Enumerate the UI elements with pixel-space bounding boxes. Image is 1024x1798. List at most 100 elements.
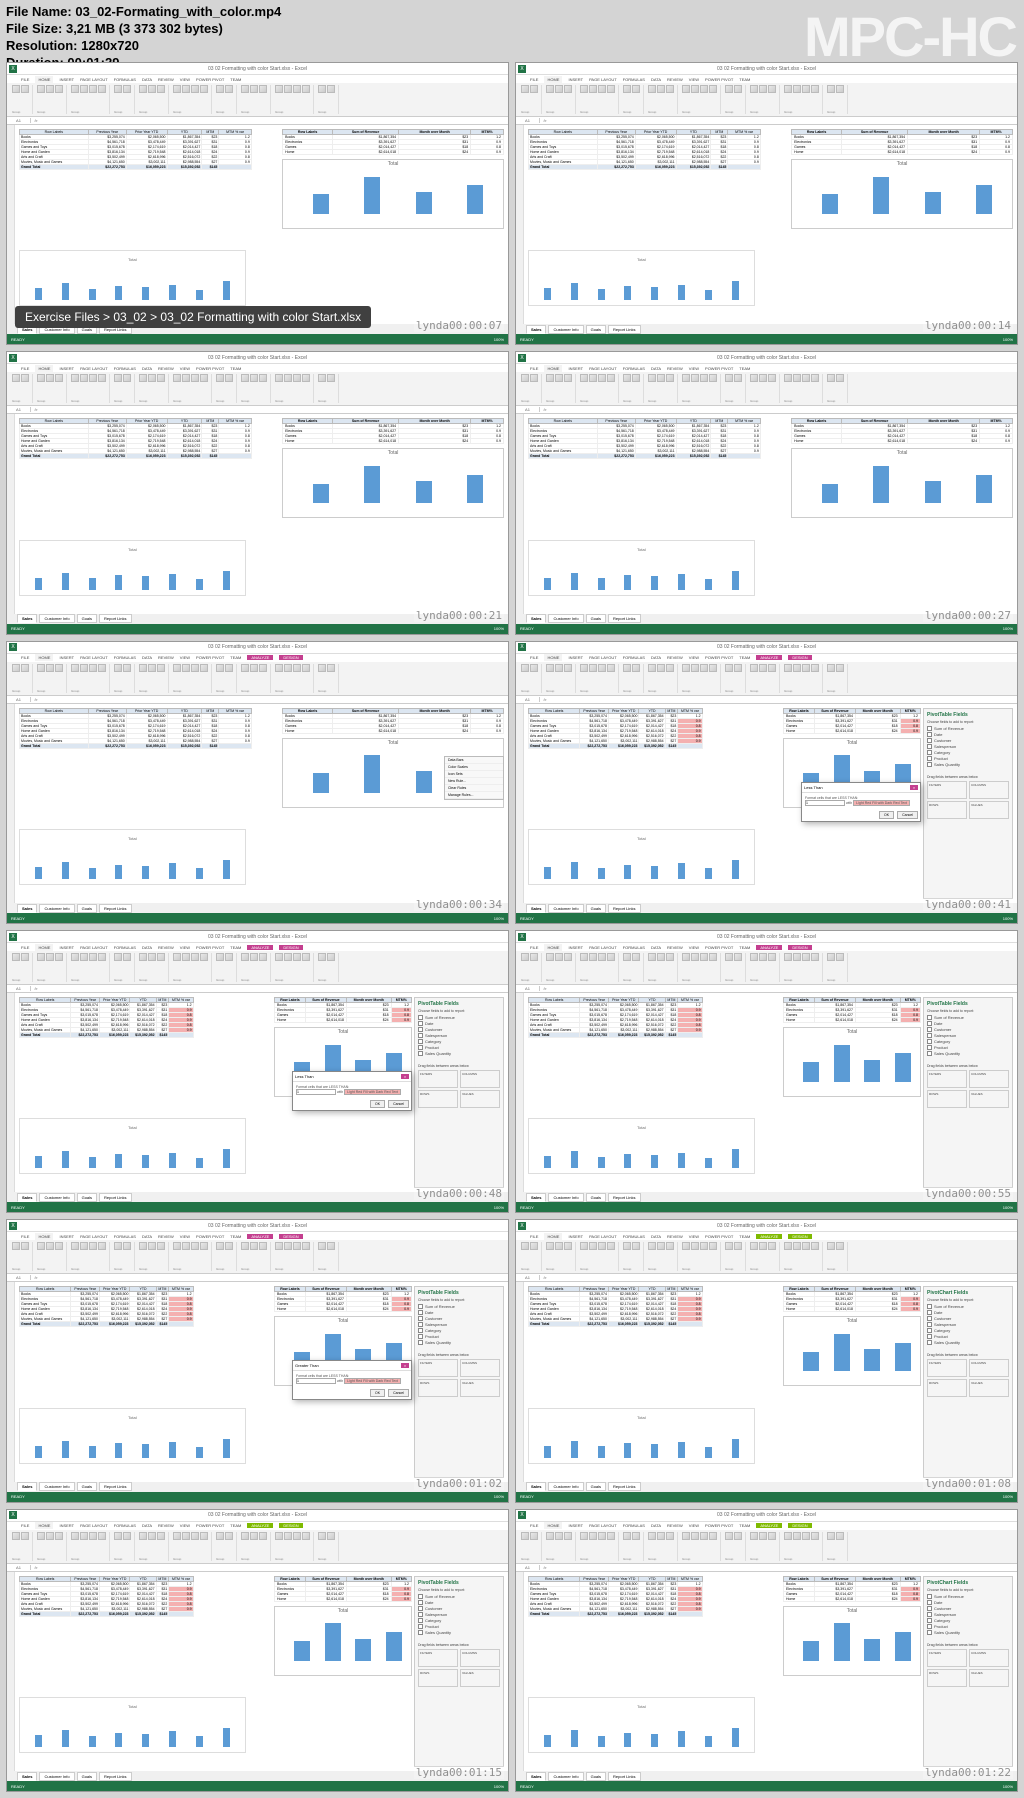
ribbon-icon[interactable] [71, 374, 79, 382]
menu-item[interactable]: Data Bars [445, 757, 503, 764]
sheet-tab[interactable]: Customer Info [548, 904, 583, 913]
ribbon-icon[interactable] [768, 1242, 776, 1250]
bar-chart[interactable]: Total [791, 448, 1013, 518]
ribbon-icon[interactable] [632, 664, 640, 672]
secondary-pivot[interactable]: Row LabelsSum of RevenueMonth over Month… [274, 1286, 412, 1312]
ribbon-icon[interactable] [827, 1242, 835, 1250]
checkbox-icon[interactable] [418, 1304, 423, 1309]
fields-pane[interactable]: PivotTable FieldsChoose fields to add to… [414, 1576, 504, 1767]
ribbon-tabs[interactable]: FILEHOMEINSERTPAGE LAYOUTFORMULASDATAREV… [7, 75, 508, 83]
ribbon-icon[interactable] [827, 85, 835, 93]
ribbon-icon[interactable] [284, 1242, 292, 1250]
ribbon-icon[interactable] [598, 374, 606, 382]
ribbon-icon[interactable] [55, 953, 63, 961]
name-box[interactable]: A1 [516, 1565, 540, 1570]
ribbon-icon[interactable] [666, 953, 674, 961]
sheet-tab[interactable]: Goals [586, 614, 606, 623]
row-headers[interactable] [7, 704, 15, 903]
checkbox-icon[interactable] [418, 1340, 423, 1345]
ribbon-icon[interactable] [225, 664, 233, 672]
ribbon-icon[interactable] [657, 1532, 665, 1540]
ribbon-icon[interactable] [12, 664, 20, 672]
field-row[interactable]: Sum of Revenue [418, 1304, 500, 1309]
fields-pane[interactable]: PivotTable FieldsChoose fields to add to… [414, 997, 504, 1188]
sheet-tab[interactable]: Sales [526, 1482, 546, 1491]
ribbon-icon[interactable] [46, 85, 54, 93]
ribbon-icon[interactable] [250, 374, 258, 382]
ribbon-icon[interactable] [250, 664, 258, 672]
ribbon-icon[interactable] [682, 1242, 690, 1250]
formula-bar[interactable]: A1 fx [516, 406, 1017, 414]
checkbox-icon[interactable] [927, 1600, 932, 1605]
checkbox-icon[interactable] [418, 1334, 423, 1339]
ribbon-icon[interactable] [657, 1242, 665, 1250]
ribbon-icon[interactable] [589, 374, 597, 382]
sheet-tab[interactable]: Report Links [608, 1193, 640, 1202]
ribbon-icon[interactable] [700, 1532, 708, 1540]
sheet-tab[interactable]: Customer Info [39, 1772, 74, 1781]
fx-icon[interactable]: fx [540, 986, 550, 991]
ribbon[interactable]: GroupGroupGroupGroupGroupGroupGroupGroup… [7, 83, 508, 117]
ribbon-icon[interactable] [564, 1532, 572, 1540]
checkbox-icon[interactable] [927, 1051, 932, 1056]
ribbon-icon[interactable] [666, 1242, 674, 1250]
menu-item[interactable]: Color Scales [445, 764, 503, 771]
sheet-tab[interactable]: Customer Info [39, 904, 74, 913]
ribbon-icon[interactable] [725, 664, 733, 672]
ribbon-icon[interactable] [709, 1242, 717, 1250]
ribbon-icon[interactable] [734, 664, 742, 672]
checkbox-icon[interactable] [418, 1594, 423, 1599]
ribbon-icon[interactable] [555, 953, 563, 961]
field-row[interactable]: Sum of Revenue [927, 1594, 1009, 1599]
ribbon-icon[interactable] [648, 85, 656, 93]
name-box[interactable]: A1 [7, 697, 31, 702]
field-row[interactable]: Customer [927, 738, 1009, 743]
small-bar-chart[interactable]: Total [19, 829, 246, 885]
small-bar-chart[interactable]: Total [19, 250, 246, 306]
sheet-tab[interactable]: Customer Info [548, 1772, 583, 1781]
checkbox-icon[interactable] [418, 1045, 423, 1050]
ribbon-icon[interactable] [284, 85, 292, 93]
field-row[interactable]: Product [418, 1045, 500, 1050]
ribbon-icon[interactable] [37, 953, 45, 961]
bar-chart[interactable]: Total [282, 448, 504, 518]
ribbon-icon[interactable] [657, 664, 665, 672]
worksheet[interactable]: Row LabelsPrevious YearPrior Year YTDYTD… [516, 1572, 1017, 1771]
ribbon-icon[interactable] [580, 374, 588, 382]
formula-bar[interactable]: A1 fx [7, 696, 508, 704]
ribbon-icon[interactable] [750, 1242, 758, 1250]
sheet-tab[interactable]: Report Links [608, 614, 640, 623]
ok-button[interactable]: OK [370, 1100, 385, 1108]
ribbon-icon[interactable] [793, 374, 801, 382]
sheet-tab[interactable]: Report Links [99, 904, 131, 913]
ribbon-icon[interactable] [293, 1242, 301, 1250]
sheet-tab[interactable]: Sales [526, 325, 546, 334]
ribbon-icon[interactable] [802, 1532, 810, 1540]
ribbon-icon[interactable] [802, 1242, 810, 1250]
ribbon-icon[interactable] [555, 664, 563, 672]
ribbon-icon[interactable] [700, 664, 708, 672]
field-row[interactable]: Product [927, 1624, 1009, 1629]
ribbon-icon[interactable] [589, 664, 597, 672]
checkbox-icon[interactable] [418, 1027, 423, 1032]
ribbon-icon[interactable] [12, 85, 20, 93]
ribbon-icon[interactable] [546, 953, 554, 961]
ribbon-icon[interactable] [123, 953, 131, 961]
ribbon-icon[interactable] [725, 85, 733, 93]
worksheet[interactable]: Row LabelsPrevious YearPrior Year YTDYTD… [7, 993, 508, 1192]
sheet-tab[interactable]: Goals [586, 1482, 606, 1491]
ribbon-icon[interactable] [682, 374, 690, 382]
ribbon-icon[interactable] [564, 374, 572, 382]
ribbon-icon[interactable] [55, 1242, 63, 1250]
ribbon-icon[interactable] [182, 1242, 190, 1250]
ribbon-icon[interactable] [318, 85, 326, 93]
secondary-pivot[interactable]: Row LabelsSum of RevenueMonth over Month… [274, 1576, 412, 1602]
field-row[interactable]: Salesperson [418, 1612, 500, 1617]
ribbon-icon[interactable] [623, 1242, 631, 1250]
secondary-pivot[interactable]: Row LabelsSum of RevenueMonth over Month… [783, 1286, 921, 1312]
ribbon-icon[interactable] [71, 953, 79, 961]
ribbon-icon[interactable] [114, 1532, 122, 1540]
checkbox-icon[interactable] [927, 1624, 932, 1629]
checkbox-icon[interactable] [927, 756, 932, 761]
formula-bar[interactable]: A1 fx [7, 1274, 508, 1282]
